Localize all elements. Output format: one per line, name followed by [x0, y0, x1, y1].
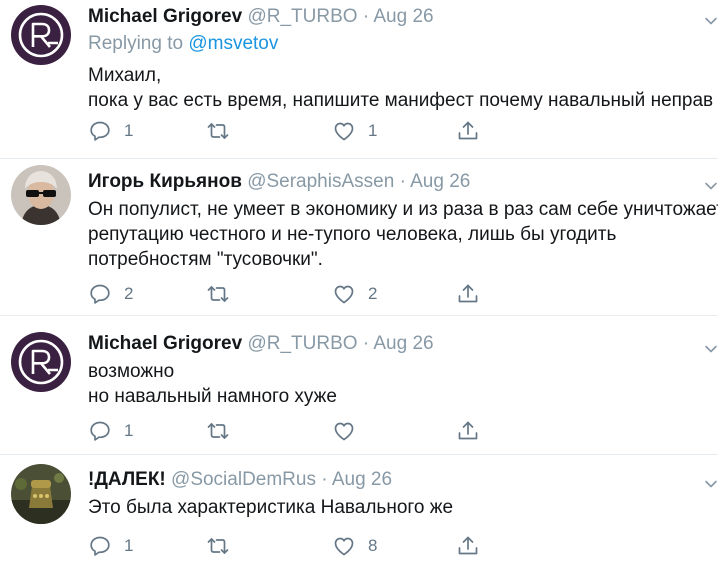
retweet-button[interactable]	[206, 117, 242, 145]
tweet-header: Michael Grigorev @R_TURBO · Aug 26	[88, 6, 434, 28]
tweet-date[interactable]: Aug 26	[332, 469, 392, 490]
retweet-button[interactable]	[206, 532, 242, 560]
separator-dot: ·	[362, 333, 370, 354]
reply-button[interactable]: 1	[88, 532, 133, 560]
tweet-line: Он популист, не умеет в экономику и из р…	[88, 199, 718, 220]
like-count: 8	[368, 536, 378, 555]
separator-dot: ·	[362, 6, 370, 27]
tweet-header: Michael Grigorev @R_TURBO · Aug 26	[88, 333, 434, 355]
tweet[interactable]: Michael Grigorev @R_TURBO · Aug 26 возмо…	[0, 316, 718, 454]
action-bar: 1 8	[0, 532, 718, 560]
retweet-button[interactable]	[206, 417, 242, 445]
author-name[interactable]: Игорь Кирьянов	[88, 171, 242, 192]
tweet-text: возможно но навальный намного хуже	[88, 359, 337, 409]
reply-button[interactable]: 2	[88, 280, 133, 308]
share-button[interactable]	[456, 280, 480, 308]
retweet-icon	[206, 119, 230, 143]
reply-count: 2	[124, 284, 134, 303]
share-icon	[456, 282, 480, 306]
user-photo-avatar	[11, 464, 71, 524]
tweet[interactable]: Игорь Кирьянов @SeraphisAssen · Aug 26 О…	[0, 159, 718, 311]
tweet[interactable]: Michael Grigorev @R_TURBO · Aug 26 Reply…	[0, 0, 718, 160]
like-count: 2	[368, 284, 378, 303]
reply-button[interactable]: 1	[88, 417, 133, 445]
retweet-icon	[206, 534, 230, 558]
like-button[interactable]	[332, 417, 368, 445]
tweet-text: Это была характеристика Навального же	[88, 495, 453, 520]
tweet-line: репутацию честного и не-тупого человека,…	[88, 224, 617, 245]
separator-dot: ·	[399, 171, 406, 192]
tweet-header: Игорь Кирьянов @SeraphisAssen · Aug 26	[88, 171, 470, 193]
retweet-icon	[206, 419, 230, 443]
chevron-down-icon[interactable]	[704, 14, 718, 28]
author-handle[interactable]: @SeraphisAssen	[247, 171, 394, 192]
separator-dot: ·	[321, 469, 328, 490]
tweet-date[interactable]: Aug 26	[373, 6, 433, 27]
reply-count: 1	[124, 536, 134, 555]
tweet-header: !ДАЛЕК! @SocialDemRus · Aug 26	[88, 469, 392, 491]
like-button[interactable]: 1	[332, 117, 377, 145]
action-bar: 2 2	[0, 280, 718, 308]
rg-logo-avatar	[11, 332, 71, 392]
tweet[interactable]: !ДАЛЕК! @SocialDemRus · Aug 26 Это была …	[0, 455, 718, 566]
avatar[interactable]	[11, 165, 71, 225]
reply-button[interactable]: 1	[88, 117, 133, 145]
author-name[interactable]: Michael Grigorev	[88, 333, 242, 354]
share-button[interactable]	[456, 532, 480, 560]
tweet-line: но навальный намного хуже	[88, 386, 337, 407]
tweet-line: потребностям "тусовочки".	[88, 249, 323, 270]
tweet-text: Он популист, не умеет в экономику и из р…	[88, 197, 718, 272]
share-icon	[456, 419, 480, 443]
mention-link[interactable]: @msvetov	[188, 33, 278, 54]
chevron-down-icon[interactable]	[704, 179, 718, 193]
replying-to: Replying to @msvetov	[88, 33, 278, 55]
user-photo-avatar	[11, 165, 71, 225]
tweet-date[interactable]: Aug 26	[410, 171, 470, 192]
tweet-text: Михаил, пока у вас есть время, напишите …	[88, 63, 713, 113]
action-bar: 1	[0, 417, 718, 445]
tweet-line: возможно	[88, 361, 175, 382]
like-count: 1	[368, 121, 378, 140]
like-button[interactable]: 8	[332, 532, 377, 560]
like-icon	[332, 282, 356, 306]
author-handle[interactable]: @R_TURBO	[247, 6, 357, 27]
like-button[interactable]: 2	[332, 280, 377, 308]
like-icon	[332, 419, 356, 443]
like-icon	[332, 119, 356, 143]
avatar[interactable]	[11, 464, 71, 524]
avatar[interactable]	[11, 332, 71, 392]
reply-icon	[88, 119, 112, 143]
rg-logo-avatar	[11, 5, 71, 65]
avatar[interactable]	[11, 5, 71, 65]
retweet-icon	[206, 282, 230, 306]
author-name[interactable]: !ДАЛЕК!	[88, 469, 166, 490]
reply-icon	[88, 534, 112, 558]
share-button[interactable]	[456, 417, 480, 445]
reply-count: 1	[124, 421, 134, 440]
tweet-line: Михаил,	[88, 65, 162, 86]
retweet-button[interactable]	[206, 280, 242, 308]
reply-icon	[88, 282, 112, 306]
replying-label: Replying to	[88, 33, 184, 54]
chevron-down-icon[interactable]	[704, 477, 718, 491]
tweet-date[interactable]: Aug 26	[373, 333, 433, 354]
reply-count: 1	[124, 121, 134, 140]
share-button[interactable]	[456, 117, 480, 145]
tweet-line: пока у вас есть время, напишите манифест…	[88, 90, 714, 111]
like-icon	[332, 534, 356, 558]
author-handle[interactable]: @R_TURBO	[247, 333, 357, 354]
author-name[interactable]: Michael Grigorev	[88, 6, 242, 27]
tweet-line: Это была характеристика Навального же	[88, 497, 454, 518]
author-handle[interactable]: @SocialDemRus	[171, 469, 316, 490]
share-icon	[456, 119, 480, 143]
share-icon	[456, 534, 480, 558]
chevron-down-icon[interactable]	[704, 342, 718, 356]
reply-icon	[88, 419, 112, 443]
action-bar: 1 1	[0, 117, 718, 145]
